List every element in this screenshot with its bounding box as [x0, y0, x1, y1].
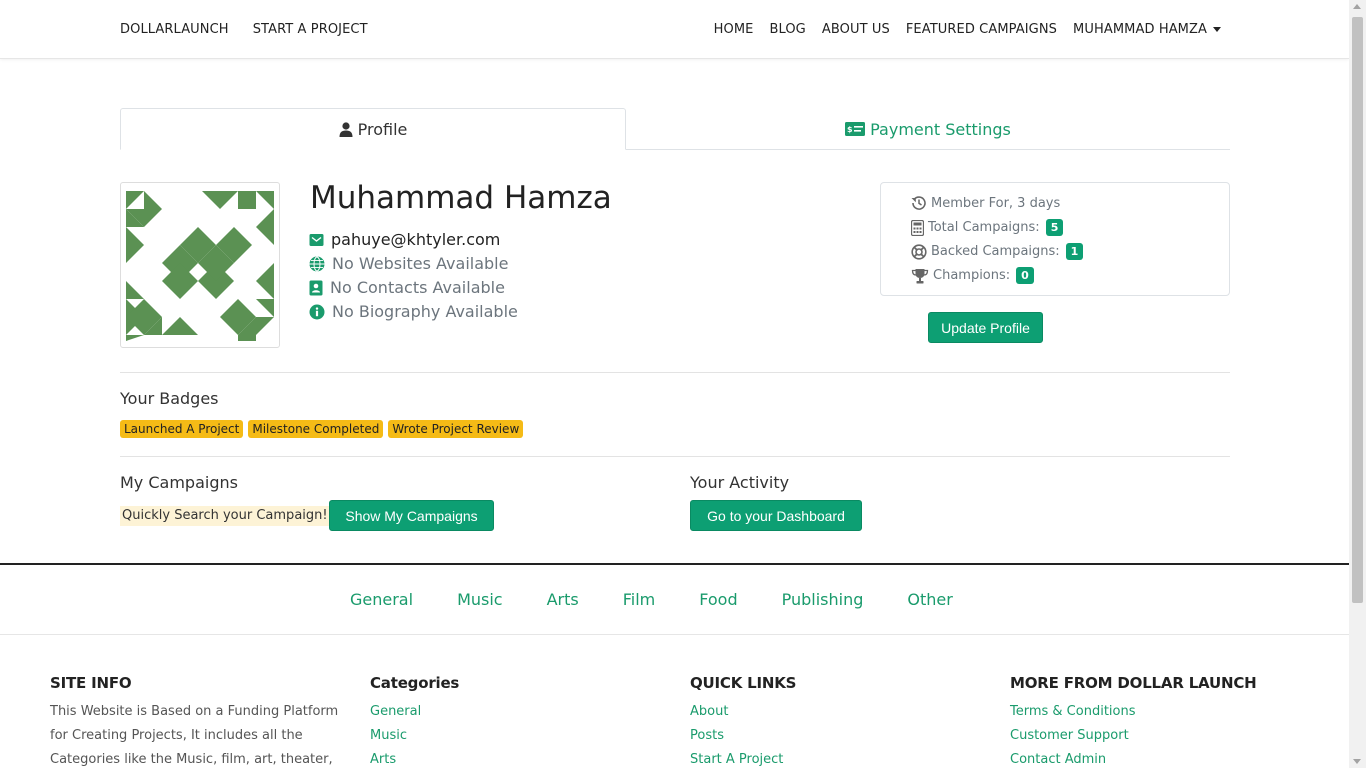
- footer-more: MORE FROM DOLLAR LAUNCH Terms & Conditio…: [1010, 674, 1310, 768]
- start-project-link[interactable]: START A PROJECT: [253, 22, 368, 37]
- profile-websites: No Websites Available: [332, 254, 509, 273]
- footer-more-link[interactable]: Contact Admin: [1010, 748, 1310, 768]
- footer-quick-links: QUICK LINKS About Posts Start A Project: [690, 674, 990, 768]
- your-activity-title: Your Activity: [690, 473, 790, 492]
- address-book-icon: [309, 280, 323, 295]
- nav-left: DOLLARLAUNCH START A PROJECT: [120, 22, 368, 37]
- footer-category-link[interactable]: General: [370, 700, 670, 724]
- category-link-music[interactable]: Music: [457, 590, 503, 609]
- profile-biography: No Biography Available: [332, 302, 518, 321]
- go-to-dashboard-button[interactable]: Go to your Dashboard: [690, 500, 862, 531]
- scroll-down-icon[interactable]: [1353, 759, 1361, 764]
- category-link-film[interactable]: Film: [623, 590, 656, 609]
- tab-payment-settings[interactable]: $ Payment Settings: [626, 108, 1230, 150]
- svg-text:$: $: [847, 125, 853, 134]
- category-link-general[interactable]: General: [350, 590, 413, 609]
- champions-row: Champions: 0: [911, 267, 1034, 284]
- footer-quick-link[interactable]: Posts: [690, 724, 990, 748]
- identicon-image: [126, 191, 274, 341]
- footer-site-info-line: for Creating Projects, It includes all t…: [50, 728, 303, 743]
- globe-icon: [309, 256, 325, 271]
- contacts-row: No Contacts Available: [309, 278, 505, 297]
- category-link-other[interactable]: Other: [907, 590, 952, 609]
- champions-count: 0: [1016, 267, 1034, 284]
- user-icon: [339, 121, 353, 137]
- profile-stats-card: Member For, 3 days Total Campaigns: 5 Ba…: [880, 182, 1230, 296]
- calculator-icon: [911, 219, 924, 236]
- nav-right: HOME BLOG ABOUT US FEATURED CAMPAIGNS MU…: [714, 22, 1221, 37]
- badges-list: Launched A Project Milestone Completed W…: [120, 420, 524, 438]
- footer-category-link[interactable]: Arts: [370, 748, 670, 768]
- divider: [120, 372, 1230, 373]
- footer-quick-links-title: QUICK LINKS: [690, 674, 797, 692]
- backed-campaigns-count: 1: [1065, 243, 1084, 260]
- footer-categories: Categories General Music Arts: [370, 674, 670, 768]
- champions-label: Champions:: [933, 268, 1011, 283]
- badge-item: Launched A Project: [120, 420, 244, 438]
- category-link-food[interactable]: Food: [699, 590, 737, 609]
- info-circle-icon: [309, 304, 325, 319]
- user-menu-dropdown[interactable]: MUHAMMAD HAMZA: [1073, 22, 1221, 37]
- page-scrollbar[interactable]: [1349, 0, 1366, 768]
- money-check-icon: $: [845, 122, 866, 136]
- backed-campaigns-row: Backed Campaigns: 1: [911, 243, 1084, 260]
- footer-site-info-title: SITE INFO: [50, 674, 132, 692]
- member-for-text: Member For, 3 days: [931, 195, 1061, 211]
- footer-more-title: MORE FROM DOLLAR LAUNCH: [1010, 674, 1257, 692]
- history-icon: [911, 196, 926, 210]
- websites-row: No Websites Available: [309, 254, 508, 273]
- footer-categories-title: Categories: [370, 674, 460, 692]
- total-campaigns-count: 5: [1045, 219, 1064, 236]
- total-campaigns-row: Total Campaigns: 5: [911, 219, 1064, 236]
- category-link-arts[interactable]: Arts: [547, 590, 579, 609]
- footer-site-info-line: This Website is Based on a Funding Platf…: [50, 704, 339, 719]
- update-profile-button[interactable]: Update Profile: [928, 312, 1043, 343]
- show-my-campaigns-button[interactable]: Show My Campaigns: [329, 500, 494, 531]
- envelope-icon: [309, 233, 324, 246]
- badge-item: Milestone Completed: [248, 420, 384, 438]
- member-for-row: Member For, 3 days: [911, 195, 1060, 211]
- category-nav: General Music Arts Film Food Publishing …: [350, 590, 953, 609]
- category-link-publishing[interactable]: Publishing: [782, 590, 864, 609]
- footer-more-link[interactable]: Customer Support: [1010, 724, 1310, 748]
- footer-quick-link[interactable]: Start A Project: [690, 748, 990, 768]
- user-menu-label: MUHAMMAD HAMZA: [1073, 22, 1207, 37]
- tab-payment-label: Payment Settings: [870, 119, 1011, 139]
- email-row: pahuye@khtyler.com: [309, 230, 500, 249]
- tab-profile[interactable]: Profile: [120, 108, 626, 150]
- footer-top-border: [0, 563, 1349, 565]
- top-navbar: DOLLARLAUNCH START A PROJECT HOME BLOG A…: [0, 0, 1349, 59]
- profile-tabs: Profile $ Payment Settings: [120, 108, 1230, 150]
- scroll-up-icon[interactable]: [1353, 4, 1361, 9]
- about-link[interactable]: ABOUT US: [822, 22, 890, 37]
- profile-email: pahuye@khtyler.com: [331, 230, 501, 249]
- badge-item: Wrote Project Review: [388, 420, 524, 438]
- footer-more-link[interactable]: Terms & Conditions: [1010, 700, 1310, 724]
- divider: [120, 456, 1230, 457]
- campaign-search-hint: Quickly Search your Campaign!: [120, 506, 330, 526]
- footer-separator: [0, 634, 1349, 635]
- trophy-icon: [911, 268, 929, 283]
- my-campaigns-title: My Campaigns: [120, 473, 238, 492]
- life-ring-icon: [911, 243, 927, 260]
- footer-category-link[interactable]: Music: [370, 724, 670, 748]
- footer-site-info-line: Categories like the Music, film, art, th…: [50, 752, 333, 767]
- profile-avatar: [120, 182, 280, 348]
- scroll-thumb[interactable]: [1352, 17, 1363, 603]
- blog-link[interactable]: BLOG: [769, 22, 805, 37]
- profile-contacts: No Contacts Available: [330, 278, 505, 297]
- tab-profile-label: Profile: [357, 119, 408, 139]
- footer-quick-link[interactable]: About: [690, 700, 990, 724]
- total-campaigns-label: Total Campaigns:: [928, 220, 1040, 235]
- footer-site-info: SITE INFO This Website is Based on a Fun…: [50, 674, 350, 768]
- home-link[interactable]: HOME: [714, 22, 754, 37]
- brand-link[interactable]: DOLLARLAUNCH: [120, 22, 229, 37]
- badges-title: Your Badges: [120, 389, 219, 408]
- backed-campaigns-label: Backed Campaigns:: [931, 244, 1060, 259]
- biography-row: No Biography Available: [309, 302, 518, 321]
- profile-name: Muhammad Hamza: [310, 180, 612, 216]
- caret-down-icon: [1213, 27, 1221, 32]
- featured-campaigns-link[interactable]: FEATURED CAMPAIGNS: [906, 22, 1057, 37]
